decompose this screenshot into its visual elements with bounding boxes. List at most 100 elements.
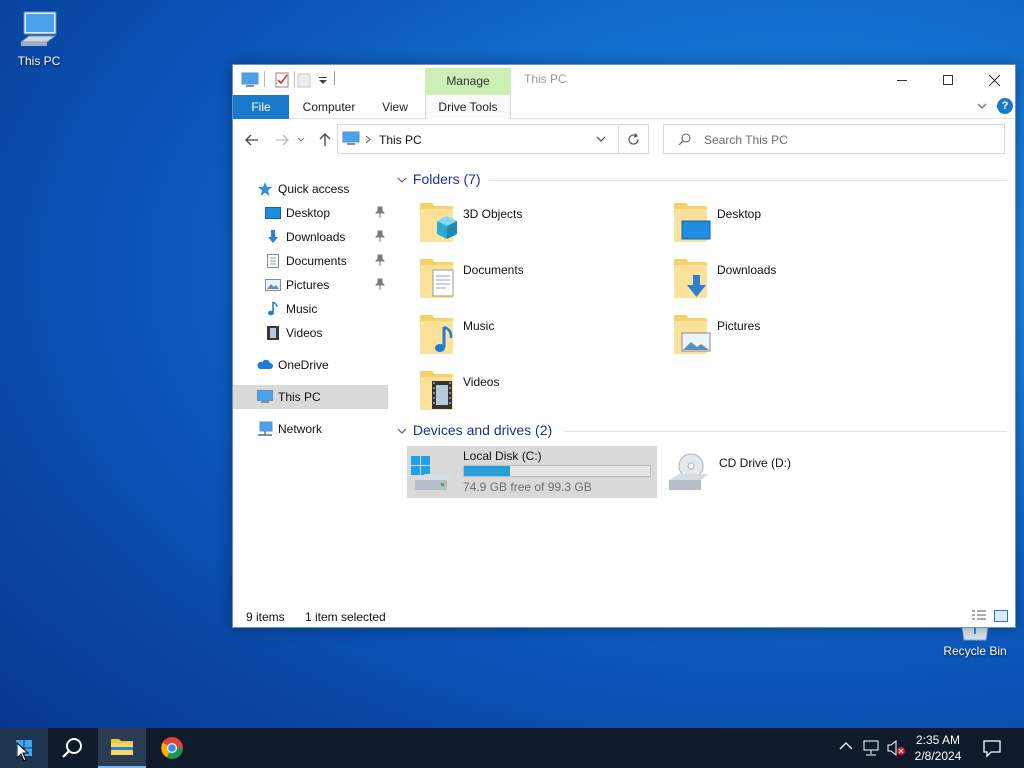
qat-customize-icon[interactable]	[318, 71, 328, 89]
arrow-up-icon	[319, 133, 331, 146]
network-icon	[258, 421, 273, 436]
navigation-bar: This PC Search This PC	[233, 123, 1015, 157]
folder-desktop[interactable]: Desktop	[671, 201, 911, 251]
address-path[interactable]: This PC	[379, 133, 422, 147]
sidebar-item-label: Downloads	[286, 230, 346, 244]
computer-icon	[257, 390, 273, 403]
file-explorer-window: Manage This PC File Computer View Drive …	[232, 64, 1016, 628]
desktop-folder-icon	[674, 203, 711, 242]
folder-pictures[interactable]: Pictures	[671, 313, 911, 363]
sidebar-item-label: OneDrive	[278, 358, 329, 372]
sidebar-item-network[interactable]: Network	[233, 417, 388, 441]
drive-cd-d[interactable]: CD Drive (D:)	[663, 446, 913, 498]
search-icon	[62, 738, 82, 758]
tab-computer[interactable]: Computer	[297, 95, 361, 119]
maximize-button[interactable]	[925, 65, 971, 95]
notification-icon[interactable]	[980, 736, 1004, 760]
sidebar-item-quick-access[interactable]: Quick access	[233, 177, 388, 201]
tab-manage[interactable]: Manage	[425, 68, 511, 95]
sidebar-item-pictures[interactable]: Pictures	[233, 273, 388, 297]
arrow-left-icon	[245, 134, 258, 146]
chrome-icon	[161, 737, 183, 759]
qat-divider	[294, 71, 295, 87]
sidebar-item-documents[interactable]: Documents	[233, 249, 388, 273]
folder-documents[interactable]: Documents	[417, 257, 657, 307]
close-icon	[988, 74, 1000, 86]
group-title: Folders (7)	[412, 171, 481, 187]
refresh-button[interactable]	[619, 124, 649, 154]
folder-label: Music	[463, 319, 495, 333]
folder-3d-objects[interactable]: 3D Objects	[417, 201, 657, 251]
drive-local-disk-c[interactable]: Local Disk (C:) 74.9 GB free of 99.3 GB	[407, 446, 657, 498]
sidebar-item-label: Videos	[286, 326, 323, 340]
back-button[interactable]	[243, 131, 261, 149]
up-button[interactable]	[316, 131, 334, 149]
tab-view[interactable]: View	[375, 95, 415, 119]
network-tray-icon[interactable]	[862, 739, 880, 757]
computer-icon	[241, 72, 259, 87]
taskbar-chrome[interactable]	[148, 728, 196, 768]
navigation-pane: Quick access Desktop Downloads Documents…	[233, 171, 389, 601]
new-folder-icon[interactable]	[297, 71, 311, 89]
folder-music[interactable]: Music	[417, 313, 657, 363]
group-divider	[489, 180, 1007, 181]
close-button[interactable]	[971, 65, 1015, 95]
downloads-folder-icon	[674, 259, 707, 298]
taskbar: 2:35 AM 2/8/2024	[0, 728, 1024, 768]
document-icon	[267, 254, 279, 268]
recent-locations-button[interactable]	[296, 131, 306, 149]
large-icons-view-icon[interactable]	[993, 609, 1009, 623]
sidebar-item-music[interactable]: Music	[233, 297, 388, 321]
chevron-right-icon[interactable]	[365, 135, 371, 144]
title-bar[interactable]: Manage This PC	[233, 65, 1015, 95]
taskbar-file-explorer[interactable]	[98, 728, 146, 768]
desktop-this-pc-shortcut[interactable]: This PC	[3, 8, 75, 68]
pin-icon[interactable]	[375, 254, 385, 266]
content-pane: Folders (7) 3D Objects Desktop Documents…	[393, 165, 1015, 599]
window-title: This PC	[524, 72, 567, 86]
sidebar-item-videos[interactable]: Videos	[233, 321, 388, 345]
sidebar-item-label: Music	[286, 302, 318, 316]
ribbon-tabs: File Computer View Drive Tools ?	[233, 95, 1015, 119]
details-view-icon[interactable]	[971, 609, 987, 623]
folder-videos[interactable]: Videos	[417, 369, 657, 419]
star-icon	[258, 182, 272, 196]
pin-icon[interactable]	[375, 206, 385, 218]
taskbar-search-button[interactable]	[48, 728, 96, 768]
chevron-up-icon[interactable]	[839, 741, 853, 751]
volume-muted-icon[interactable]	[886, 739, 906, 757]
search-box[interactable]: Search This PC	[663, 124, 1005, 154]
folders-group-header[interactable]: Folders (7)	[397, 171, 481, 191]
help-icon[interactable]: ?	[997, 98, 1013, 114]
selection-count: 1 item selected	[305, 610, 386, 624]
computer-icon	[19, 11, 57, 46]
pin-icon[interactable]	[375, 230, 385, 242]
sidebar-item-label: Desktop	[286, 206, 331, 220]
properties-icon[interactable]	[274, 71, 290, 89]
chevron-down-icon[interactable]	[596, 136, 606, 143]
sidebar-item-onedrive[interactable]: OneDrive	[233, 353, 388, 377]
forward-button[interactable]	[273, 131, 291, 149]
search-input[interactable]: Search This PC	[704, 133, 788, 147]
videos-folder-icon	[420, 371, 453, 410]
expand-ribbon-icon[interactable]	[975, 99, 989, 113]
pin-icon[interactable]	[375, 278, 385, 290]
folder-downloads[interactable]: Downloads	[671, 257, 911, 307]
minimize-icon	[897, 80, 907, 81]
qat-divider	[334, 71, 335, 85]
sidebar-item-this-pc[interactable]: This PC	[233, 385, 388, 409]
sidebar-item-label: Documents	[286, 254, 347, 268]
clock-date: 2/8/2024	[914, 749, 962, 763]
tab-file[interactable]: File	[233, 95, 289, 119]
tab-drive-tools[interactable]: Drive Tools	[425, 95, 511, 119]
hard-drive-icon	[411, 456, 453, 490]
sidebar-item-downloads[interactable]: Downloads	[233, 225, 388, 249]
devices-group-header[interactable]: Devices and drives (2)	[397, 422, 552, 442]
address-bar[interactable]: This PC	[337, 124, 619, 154]
sidebar-item-desktop[interactable]: Desktop	[233, 201, 388, 225]
documents-folder-icon	[420, 259, 454, 298]
taskbar-clock[interactable]: 2:35 AM 2/8/2024	[904, 732, 972, 764]
folder-label: 3D Objects	[463, 207, 523, 221]
pictures-icon	[265, 279, 281, 291]
minimize-button[interactable]	[879, 65, 925, 95]
